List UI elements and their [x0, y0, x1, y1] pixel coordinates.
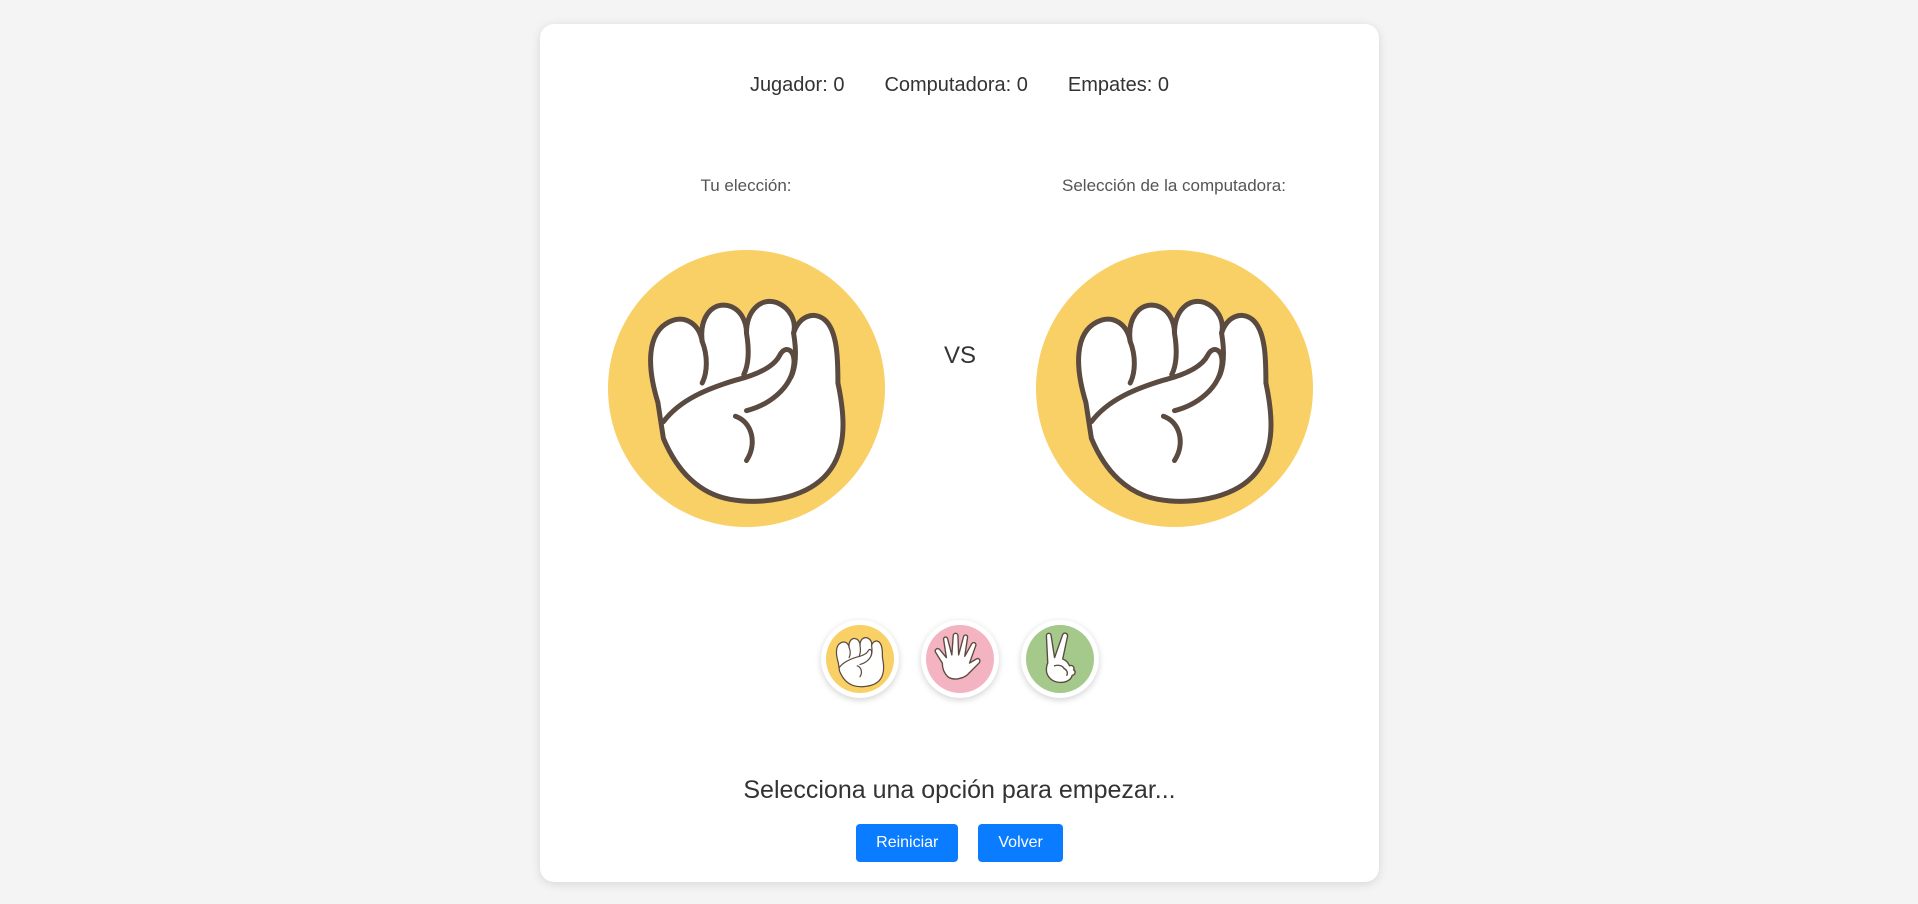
action-buttons: Reiniciar Volver — [540, 824, 1379, 862]
choice-options — [540, 620, 1379, 698]
status-message: Selecciona una opción para empezar... — [743, 776, 1176, 804]
scissors-icon — [1026, 625, 1094, 693]
scoreboard: Jugador: 0 Computadora: 0 Empates: 0 — [540, 74, 1379, 97]
player-choice-label: Tu elección: — [700, 176, 792, 195]
computer-choice-label: Selección de la computadora: — [1062, 176, 1286, 195]
game-card: Jugador: 0 Computadora: 0 Empates: 0 Tu … — [540, 24, 1379, 882]
ties-score: Empates: 0 — [1067, 74, 1170, 96]
rock-icon — [1036, 250, 1313, 527]
computer-choice-display — [1036, 250, 1313, 527]
rock-icon — [608, 250, 885, 527]
scissors-option-button[interactable] — [1020, 620, 1099, 698]
player-score: Jugador: 0 — [749, 74, 845, 96]
paper-icon — [926, 625, 994, 693]
reset-button[interactable]: Reiniciar — [856, 824, 959, 862]
back-button[interactable]: Volver — [978, 824, 1063, 862]
rock-icon — [826, 625, 894, 693]
vs-label: VS — [944, 342, 977, 369]
computer-score: Computadora: 0 — [884, 74, 1028, 96]
paper-option-button[interactable] — [920, 620, 999, 698]
player-choice-display — [608, 250, 885, 527]
rock-option-button[interactable] — [820, 620, 899, 698]
